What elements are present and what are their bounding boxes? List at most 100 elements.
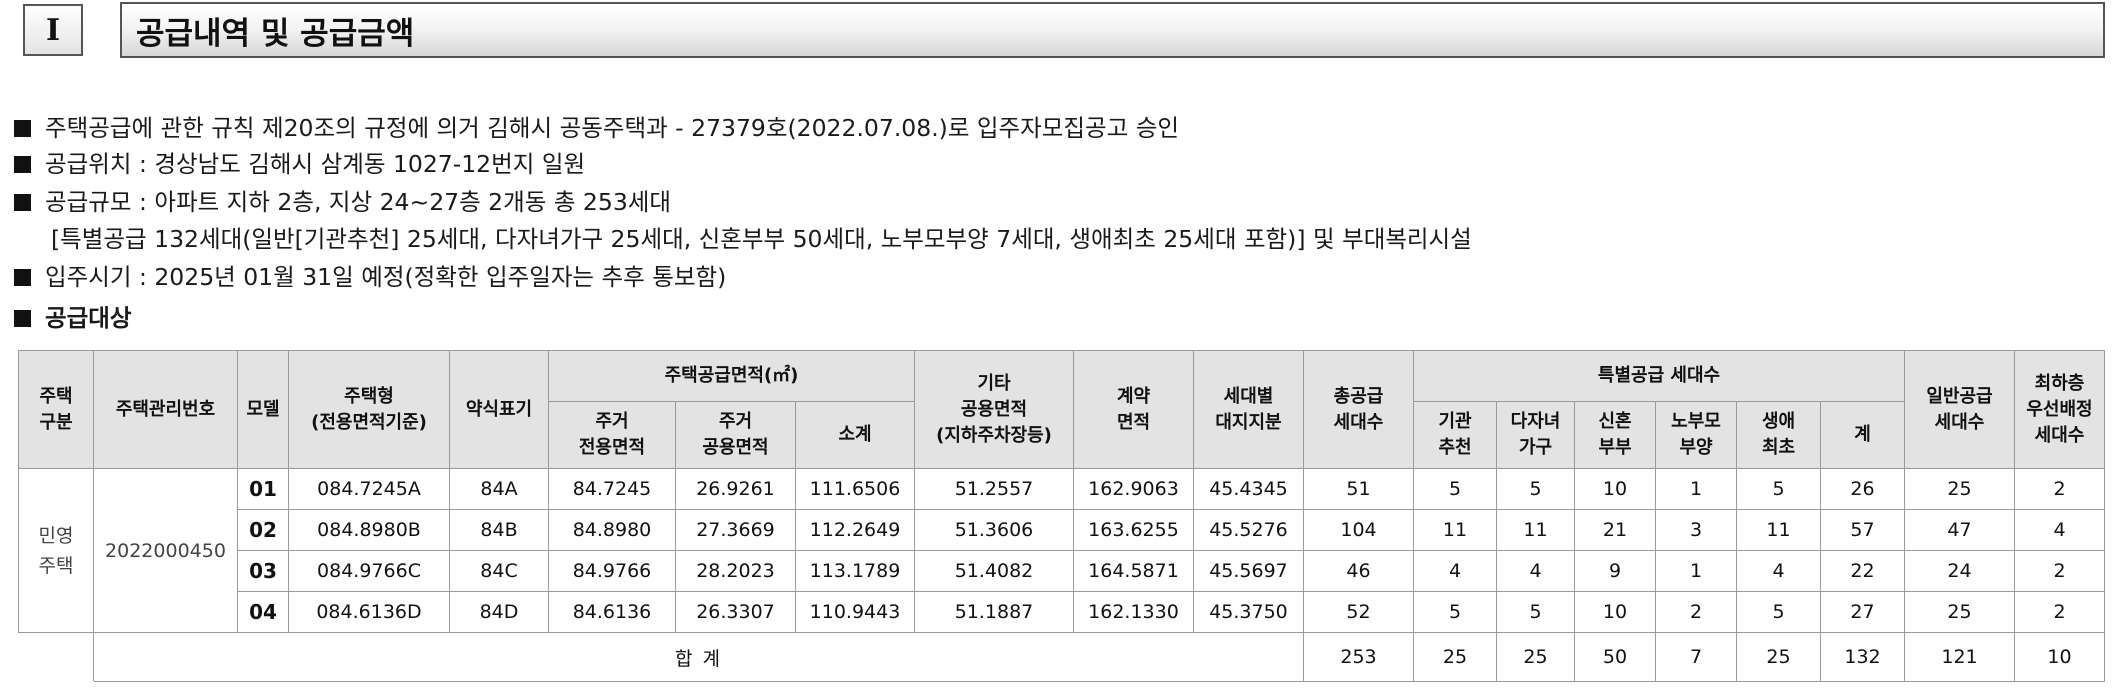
cell-sp-sum: 27: [1820, 591, 1905, 633]
header-abbr: 약식표기: [449, 350, 549, 469]
cell-blank: [18, 632, 94, 682]
cell-sp-parents: 1: [1655, 468, 1737, 510]
cell-contract: 162.9063: [1073, 468, 1194, 510]
cell-land: 45.4345: [1193, 468, 1304, 510]
cell-land: 45.5276: [1193, 509, 1304, 551]
cell-area-subtotal: 110.9443: [795, 591, 915, 633]
cell-other-common: 51.3606: [914, 509, 1074, 551]
supply-table: 주택 구분 주택관리번호 모델 주택형 (전용면적기준) 약식표기 주택공급면적(㎡…: [18, 350, 2105, 682]
square-bullet-icon: [14, 269, 31, 286]
cell-general: 24: [1904, 550, 2015, 592]
cell-total-units: 104: [1303, 509, 1414, 551]
cell-sp-first: 5: [1736, 468, 1821, 510]
cell-area-common: 27.3669: [675, 509, 796, 551]
cell-contract: 163.6255: [1073, 509, 1194, 551]
info-line-move-in: 입주시기 : 2025년 01월 31일 예정(정확한 입주일자는 추후 통보함…: [14, 262, 726, 292]
cell-abbr: 84B: [449, 509, 549, 551]
cell-sp-institution: 11: [1413, 509, 1497, 551]
section-title: 공급내역 및 공급금액: [120, 2, 2105, 58]
square-bullet-icon: [14, 194, 31, 211]
info-line-target-heading: 공급대상: [14, 303, 131, 333]
header-sp-multichild: 다자녀 가구: [1496, 401, 1575, 469]
square-bullet-icon: [14, 120, 31, 137]
cell-sp-institution: 5: [1413, 468, 1497, 510]
cell-sp-multichild: 5: [1496, 591, 1575, 633]
cell-model: 01: [237, 468, 289, 510]
cell-total-label: 합 계: [93, 632, 1304, 682]
header-area-common: 주거 공용면적: [675, 401, 796, 469]
cell-lowest-floor: 2: [2014, 468, 2105, 510]
cell-area-exclusive: 84.8980: [548, 509, 676, 551]
cell-area-subtotal: 113.1789: [795, 550, 915, 592]
cell-total-units: 46: [1303, 550, 1414, 592]
cell-abbr: 84C: [449, 550, 549, 592]
header-contract: 계약 면적: [1073, 350, 1194, 469]
table-row: 민영 주택 2022000450 01 084.7245A 84A 84.7245…: [18, 468, 2105, 633]
cell-general: 25: [1904, 468, 2015, 510]
cell-other-common: 51.1887: [914, 591, 1074, 633]
cell-kind: 민영 주택: [18, 468, 94, 633]
cell-sp-parents: 3: [1655, 509, 1737, 551]
cell-lowest-floor: 2: [2014, 550, 2105, 592]
cell-other-common: 51.2557: [914, 468, 1074, 510]
cell-contract: 164.5871: [1073, 550, 1194, 592]
cell-lowest-floor: 2: [2014, 591, 2105, 633]
square-bullet-icon: [14, 156, 31, 173]
header-sp-newlywed: 신혼 부부: [1574, 401, 1656, 469]
cell-type: 084.8980B: [288, 509, 450, 551]
cell-sp-multichild: 4: [1496, 550, 1575, 592]
cell-area-exclusive: 84.7245: [548, 468, 676, 510]
square-bullet-icon: [14, 310, 31, 327]
header-general: 일반공급 세대수: [1904, 350, 2015, 469]
info-line-special-detail: [특별공급 132세대(일반[기관추천] 25세대, 다자녀가구 25세대, 신…: [51, 225, 1472, 253]
header-sp-first: 생애 최초: [1736, 401, 1821, 469]
info-line-scale: 공급규모 : 아파트 지하 2층, 지상 24~27층 2개동 총 253세대: [14, 187, 671, 217]
header-mgmt-no: 주택관리번호: [93, 350, 238, 469]
cell-model: 03: [237, 550, 289, 592]
cell-sp-institution: 25: [1413, 632, 1497, 682]
cell-total-units: 51: [1303, 468, 1414, 510]
table-row: 03 084.9766C 84C 84.9766 28.2023 113.178…: [19, 550, 2105, 592]
table-total-row: 합 계 253 25 25 50 7 25 132 121 10: [18, 632, 2105, 682]
cell-model: 04: [237, 591, 289, 633]
cell-sp-newlywed: 9: [1574, 550, 1656, 592]
cell-area-subtotal: 112.2649: [795, 509, 915, 551]
cell-sp-parents: 2: [1655, 591, 1737, 633]
cell-sp-sum: 22: [1820, 550, 1905, 592]
header-kind: 주택 구분: [18, 350, 94, 469]
cell-area-exclusive: 84.6136: [548, 591, 676, 633]
cell-type: 084.6136D: [288, 591, 450, 633]
cell-sp-newlywed: 10: [1574, 591, 1656, 633]
cell-sp-first: 25: [1736, 632, 1821, 682]
cell-type: 084.9766C: [288, 550, 450, 592]
cell-area-subtotal: 111.6506: [795, 468, 915, 510]
cell-contract: 162.1330: [1073, 591, 1194, 633]
cell-type: 084.7245A: [288, 468, 450, 510]
cell-sp-multichild: 25: [1496, 632, 1575, 682]
cell-area-common: 26.3307: [675, 591, 796, 633]
header-area-exclusive: 주거 전용면적: [548, 401, 676, 469]
cell-mgmt-no: 2022000450: [93, 468, 238, 633]
section-number: I: [23, 4, 83, 56]
cell-land: 45.5697: [1193, 550, 1304, 592]
header-other-common: 기타 공용면적 (지하주차장등): [914, 350, 1074, 469]
cell-sp-parents: 1: [1655, 550, 1737, 592]
cell-total-units: 52: [1303, 591, 1414, 633]
cell-sp-sum: 57: [1820, 509, 1905, 551]
header-area-subtotal: 소계: [795, 401, 915, 469]
cell-abbr: 84A: [449, 468, 549, 510]
cell-general: 25: [1904, 591, 2015, 633]
header-sp-sum: 계: [1820, 401, 1905, 469]
header-model: 모델: [237, 350, 289, 469]
cell-sp-institution: 5: [1413, 591, 1497, 633]
cell-sp-newlywed: 10: [1574, 468, 1656, 510]
cell-area-exclusive: 84.9766: [548, 550, 676, 592]
header-lowest-floor: 최하층 우선배정 세대수: [2014, 350, 2105, 469]
header-total-units: 총공급 세대수: [1303, 350, 1414, 469]
info-line-approval: 주택공급에 관한 규칙 제20조의 규정에 의거 김해시 공동주택과 - 273…: [14, 113, 1179, 143]
cell-sp-sum: 132: [1820, 632, 1905, 682]
cell-lowest-floor: 4: [2014, 509, 2105, 551]
cell-general: 47: [1904, 509, 2015, 551]
header-sp-parents: 노부모 부양: [1655, 401, 1737, 469]
cell-sp-first: 11: [1736, 509, 1821, 551]
